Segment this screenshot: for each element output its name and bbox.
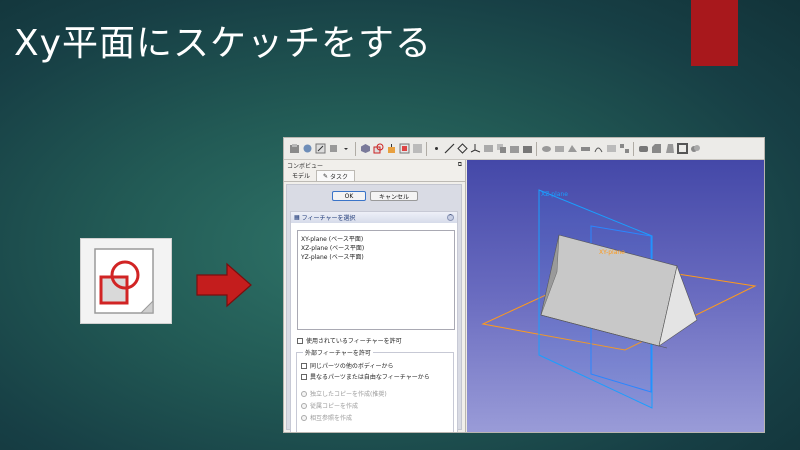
pad-icon[interactable]	[385, 143, 397, 155]
pattern-icon[interactable]	[618, 143, 630, 155]
task-panel: OK キャンセル ▦ フィーチャーを選択 ^ XY-plane (ベース平面) …	[286, 184, 463, 432]
float-icon[interactable]: ⧉	[458, 161, 462, 169]
tab-task[interactable]: ✎ タスク	[316, 170, 356, 181]
combo-view: コンボビュー ⧉ モデル ✎ タスク OK キャンセル ▦ フィーチャーを選択	[284, 160, 466, 432]
arrow-right-icon	[196, 262, 252, 308]
allow-used-checkbox[interactable]: 使用されているフィーチャーを許可	[297, 336, 402, 345]
part-icon[interactable]	[288, 143, 300, 155]
ok-button[interactable]: OK	[331, 191, 366, 201]
same-part-checkbox[interactable]: 同じパーツの他のボディーから	[301, 361, 393, 370]
groove-icon[interactable]	[553, 143, 565, 155]
sketch-icon	[80, 238, 172, 324]
csys-icon[interactable]	[469, 143, 481, 155]
feature-list: XY-plane (ベース平面) XZ-plane (ベース平面) YZ-pla…	[297, 230, 455, 330]
revolution-icon[interactable]	[411, 143, 423, 155]
collapse-icon[interactable]: ^	[447, 214, 454, 221]
binder-icon[interactable]	[482, 143, 494, 155]
dialog-buttons: OK キャンセル	[287, 191, 463, 201]
cross-reference-radio[interactable]: 相互参照を作成	[301, 413, 352, 422]
boolean-icon[interactable]	[689, 143, 701, 155]
line-icon[interactable]	[443, 143, 455, 155]
toolbar	[284, 138, 764, 160]
feature-select-panel: ▦ フィーチャーを選択 ^ XY-plane (ベース平面) XZ-plane …	[290, 211, 458, 432]
combo-view-title: コンボビュー	[287, 162, 324, 170]
dependent-copy-radio[interactable]: 従属コピーを作成	[301, 401, 358, 410]
mirror-icon[interactable]	[605, 143, 617, 155]
task-icon: ✎	[323, 172, 329, 180]
thickness-icon[interactable]	[676, 143, 688, 155]
3d-viewport[interactable]: XZ-plane XY-plane	[467, 160, 764, 432]
dropdown-icon[interactable]	[340, 143, 352, 155]
external-group: 外部フィーチャーを許可 同じパーツの他のボディーから 異なるパーツまたは自由なフ…	[296, 348, 454, 432]
helix-icon[interactable]	[592, 143, 604, 155]
attach-icon[interactable]	[314, 143, 326, 155]
feature-panel-header: ▦ フィーチャーを選択 ^	[291, 212, 457, 223]
checkbox[interactable]	[297, 337, 303, 344]
draft-icon[interactable]	[663, 143, 675, 155]
slide-title: Xy平面にスケッチをする	[14, 14, 432, 66]
tab-model[interactable]: モデル	[286, 170, 316, 181]
plane-label-xz: XZ-plane	[541, 191, 568, 198]
sketch-icon[interactable]	[372, 143, 384, 155]
freecad-window: コンボビュー ⧉ モデル ✎ タスク OK キャンセル ▦ フィーチャーを選択	[283, 137, 765, 433]
pipe-icon[interactable]	[579, 143, 591, 155]
external-group-label: 外部フィーチャーを許可	[303, 348, 373, 357]
other-part-checkbox[interactable]: 異なるパーツまたは自由なフィーチャーから	[301, 372, 430, 381]
slide-title-text: Xy平面にスケッチをする	[14, 23, 432, 64]
cancel-button[interactable]: キャンセル	[369, 191, 418, 201]
loft-icon[interactable]	[566, 143, 578, 155]
point-icon[interactable]	[430, 143, 442, 155]
pocket2-icon[interactable]	[521, 143, 533, 155]
list-item[interactable]: XY-plane (ベース平面)	[301, 235, 451, 244]
combo-view-header: コンボビュー ⧉	[284, 160, 465, 170]
combo-tabs: モデル ✎ タスク	[284, 170, 465, 182]
feature-panel-title: フィーチャーを選択	[301, 215, 356, 222]
pad2-icon[interactable]	[508, 143, 520, 155]
list-item[interactable]: XZ-plane (ベース平面)	[301, 244, 451, 253]
independent-copy-radio[interactable]: 独立したコピーを作成(推奨)	[301, 389, 387, 398]
plane-label-xy: XY-plane	[599, 249, 625, 256]
body-icon[interactable]	[359, 143, 371, 155]
shape-icon[interactable]	[327, 143, 339, 155]
clone-icon[interactable]	[495, 143, 507, 155]
accent-tab	[691, 0, 738, 66]
pocket-icon[interactable]	[398, 143, 410, 155]
feature-icon: ▦	[294, 214, 300, 221]
chamfer-icon[interactable]	[650, 143, 662, 155]
fillet-icon[interactable]	[637, 143, 649, 155]
extrude-icon[interactable]	[301, 143, 313, 155]
hole-icon[interactable]	[540, 143, 552, 155]
list-item[interactable]: YZ-plane (ベース平面)	[301, 253, 451, 262]
plane-icon[interactable]	[456, 143, 468, 155]
